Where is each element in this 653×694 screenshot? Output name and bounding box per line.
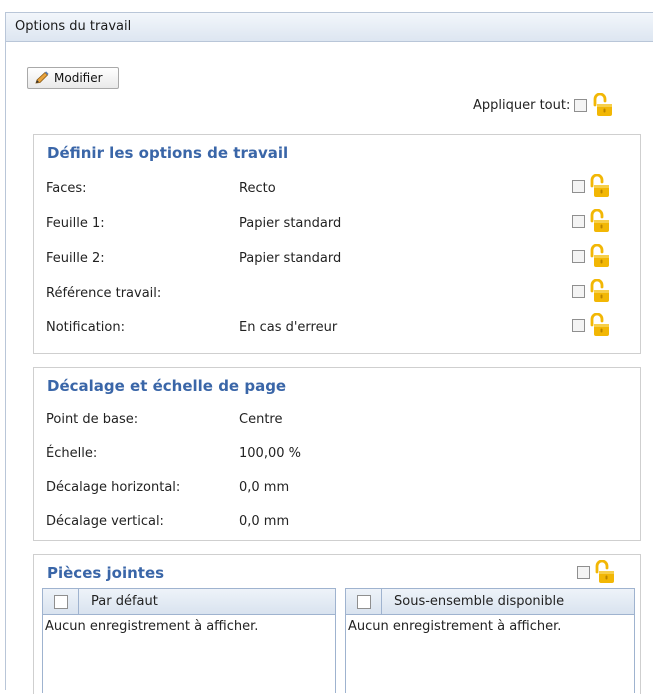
option-lock-sheet-1	[572, 209, 610, 233]
page-offset-section: Décalage et échelle de page Point de bas…	[33, 367, 641, 541]
grid-empty-message: Aucun enregistrement à afficher.	[45, 619, 259, 634]
offset-label: Point de base:	[46, 411, 139, 427]
offset-value: 0,0 mm	[239, 479, 290, 495]
offset-value: Centre	[239, 411, 283, 427]
panel-title: Options du travail	[15, 19, 132, 34]
section-title: Pièces jointes	[47, 564, 165, 582]
select-all-checkbox[interactable]	[53, 594, 68, 609]
grid-empty-message: Aucun enregistrement à afficher.	[348, 619, 562, 634]
attachments-lock	[577, 560, 615, 584]
offset-label: Décalage vertical:	[46, 513, 164, 529]
option-lock-notification	[572, 313, 610, 337]
option-value: Papier standard	[239, 215, 342, 231]
apply-all-control: Appliquer tout:	[473, 93, 613, 117]
edit-button[interactable]: Modifier	[27, 67, 119, 89]
grid-header: Sous-ensemble disponible	[346, 588, 634, 615]
unlocked-padlock-icon[interactable]	[588, 313, 610, 337]
option-lock-job-reference	[572, 279, 610, 303]
apply-all-checkbox[interactable]	[574, 98, 588, 112]
offset-row-vertical: Décalage vertical: 0,0 mm	[46, 511, 289, 531]
grid-header: Par défaut	[43, 588, 335, 615]
grid-header-label[interactable]: Sous-ensemble disponible	[382, 594, 564, 609]
subset-attachments-grid: Sous-ensemble disponible Aucun enregistr…	[345, 588, 635, 693]
option-value: En cas d'erreur	[239, 319, 338, 335]
option-checkbox[interactable]	[572, 318, 585, 332]
section-title: Décalage et échelle de page	[47, 377, 287, 395]
option-checkbox[interactable]	[572, 284, 585, 298]
option-row-sheet-1: Feuille 1: Papier standard	[46, 213, 341, 233]
option-label: Notification:	[46, 319, 125, 335]
offset-label: Échelle:	[46, 445, 98, 461]
panel-titlebar: Options du travail	[6, 13, 653, 42]
offset-row-horizontal: Décalage horizontal: 0,0 mm	[46, 477, 289, 497]
option-checkbox[interactable]	[572, 214, 585, 228]
unlocked-padlock-icon[interactable]	[588, 244, 610, 268]
unlocked-padlock-icon[interactable]	[588, 279, 610, 303]
attachments-checkbox[interactable]	[577, 565, 590, 579]
default-attachments-grid: Par défaut Aucun enregistrement à affich…	[42, 588, 336, 693]
unlocked-padlock-icon[interactable]	[593, 560, 615, 584]
option-label: Feuille 1:	[46, 215, 105, 231]
unlocked-padlock-icon[interactable]	[591, 93, 613, 117]
option-row-notification: Notification: En cas d'erreur	[46, 317, 337, 337]
option-label: Feuille 2:	[46, 250, 105, 266]
offset-value: 100,00 %	[239, 445, 301, 461]
offset-value: 0,0 mm	[239, 513, 290, 529]
edit-button-label: Modifier	[54, 71, 103, 85]
apply-all-label: Appliquer tout:	[473, 97, 571, 113]
option-row-faces: Faces: Recto	[46, 178, 276, 198]
offset-row-scale: Échelle: 100,00 %	[46, 443, 301, 463]
option-label: Référence travail:	[46, 285, 162, 301]
grid-header-checkbox-cell	[346, 588, 382, 615]
offset-row-base-point: Point de base: Centre	[46, 409, 282, 429]
unlocked-padlock-icon[interactable]	[588, 174, 610, 198]
option-row-job-reference: Référence travail:	[46, 283, 239, 303]
option-lock-faces	[572, 174, 610, 198]
option-row-sheet-2: Feuille 2: Papier standard	[46, 248, 341, 268]
pencil-icon	[35, 71, 49, 84]
option-label: Faces:	[46, 180, 87, 196]
select-all-checkbox[interactable]	[356, 594, 371, 609]
job-options-section: Définir les options de travail Faces: Re…	[33, 134, 641, 354]
option-checkbox[interactable]	[572, 249, 585, 263]
grid-header-checkbox-cell	[43, 588, 79, 615]
job-options-panel: Options du travail Modifier Appliquer to…	[5, 12, 653, 694]
option-value: Recto	[239, 180, 276, 196]
option-lock-sheet-2	[572, 244, 610, 268]
attachments-section: Pièces jointes Par défaut Aucun enregist…	[33, 554, 641, 694]
unlocked-padlock-icon[interactable]	[588, 209, 610, 233]
option-checkbox[interactable]	[572, 179, 585, 193]
grid-header-label[interactable]: Par défaut	[79, 594, 158, 609]
option-value: Papier standard	[239, 250, 342, 266]
offset-label: Décalage horizontal:	[46, 479, 181, 495]
section-title: Définir les options de travail	[47, 144, 289, 162]
